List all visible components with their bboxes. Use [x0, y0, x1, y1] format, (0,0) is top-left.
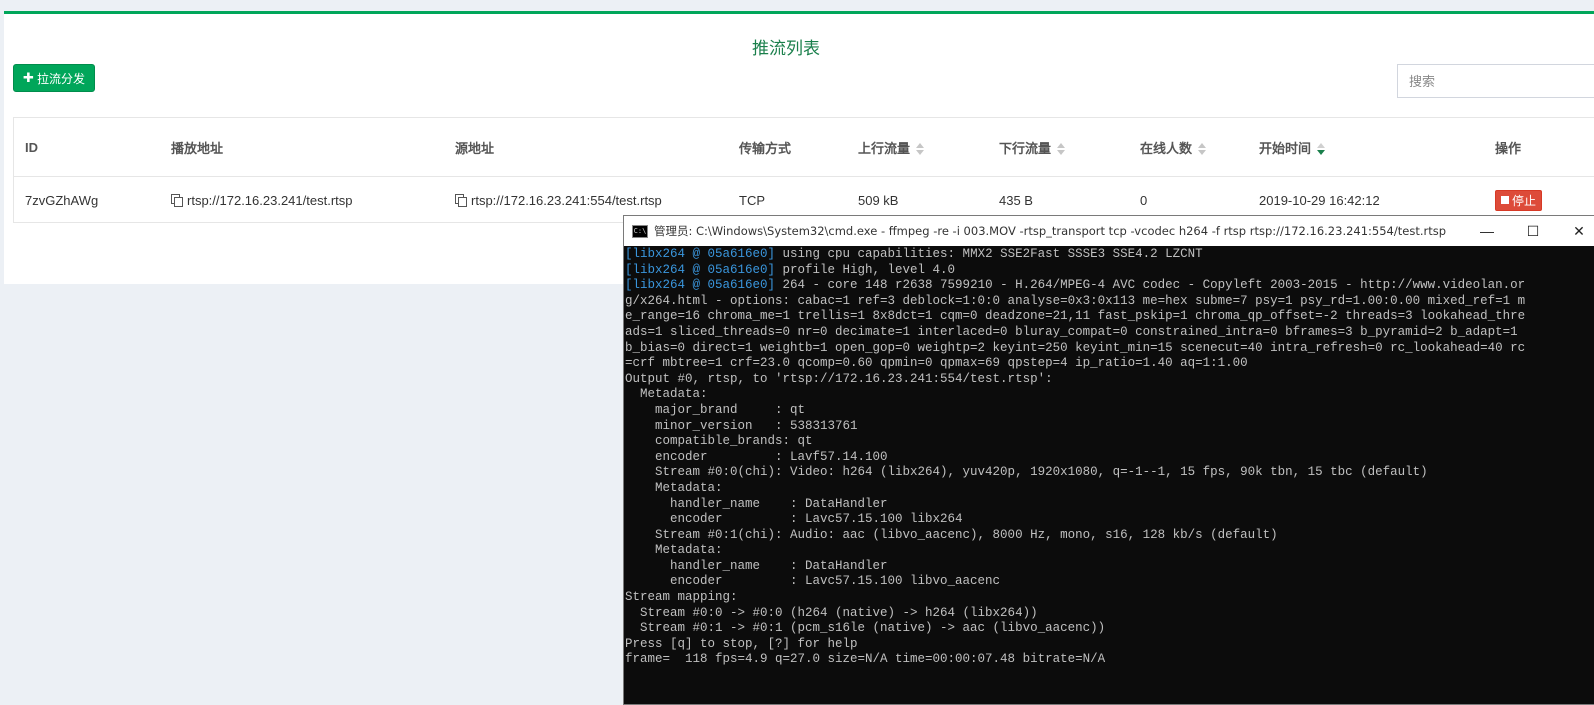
console-line-text: encoder : Lavc57.15.100 libvo_aacenc — [625, 574, 1001, 589]
play-url-text: rtsp://172.16.23.241/test.rtsp — [187, 192, 353, 208]
console-line-text: handler_name : DataHandler — [625, 558, 888, 573]
table-header-row: ID 播放地址 源地址 传输方式 上行流量 下行流量 在线人数 开始时间 操作 — [14, 118, 1594, 177]
console-line: b_bias=0 direct=1 weightb=1 open_gop=0 w… — [625, 341, 1594, 357]
cmd-titlebar[interactable]: C:\ 管理员: C:\Windows\System32\cmd.exe - f… — [624, 216, 1594, 246]
console-line-text: frame= 118 fps=4.9 q=27.0 size=N/A time=… — [625, 652, 1106, 667]
console-line: encoder : Lavc57.15.100 libvo_aacenc — [625, 574, 1594, 590]
console-line: Press [q] to stop, [?] for help — [625, 637, 1594, 653]
console-line: e_range=16 chroma_me=1 trellis=1 8x8dct=… — [625, 309, 1594, 325]
cell-play-url: rtsp://172.16.23.241/test.rtsp — [160, 177, 444, 223]
console-line-text: Output #0, rtsp, to 'rtsp://172.16.23.24… — [625, 371, 1053, 386]
col-header-start-time[interactable]: 开始时间 — [1248, 118, 1484, 177]
console-line-text: profile High, level 4.0 — [775, 262, 956, 277]
console-line-text: b_bias=0 direct=1 weightb=1 open_gop=0 w… — [625, 340, 1526, 355]
console-line: compatible_brands: qt — [625, 434, 1594, 450]
page-title: 推流列表 — [752, 39, 820, 58]
console-line-text: =crf mbtree=1 crf=23.0 qcomp=0.60 qpmin=… — [625, 356, 1248, 371]
console-line-text: major_brand : qt — [625, 402, 806, 417]
pull-distribute-button[interactable]: ✚ 拉流分发 — [13, 64, 95, 92]
plus-icon: ✚ — [23, 70, 34, 85]
window-controls: — ☐ ✕ — [1464, 216, 1594, 246]
console-line-text: minor_version : 538313761 — [625, 418, 858, 433]
sort-desc-icon[interactable] — [1317, 143, 1326, 156]
console-line: minor_version : 538313761 — [625, 419, 1594, 435]
col-header-play-url: 播放地址 — [160, 118, 444, 177]
stop-icon — [1501, 196, 1509, 204]
stop-button[interactable]: 停止 — [1495, 189, 1543, 211]
console-line-text: Stream #0:1 -> #0:1 (pcm_s16le (native) … — [625, 621, 1106, 636]
console-line-text: using cpu capabilities: MMX2 SSE2Fast SS… — [775, 247, 1203, 261]
console-line: major_brand : qt — [625, 403, 1594, 419]
console-line-prefix: [libx264 @ 05a616e0] — [625, 278, 776, 293]
col-header-action: 操作 — [1484, 118, 1594, 177]
console-line-text: encoder : Lavf57.14.100 — [625, 449, 888, 464]
col-header-id: ID — [14, 118, 160, 177]
col-header-online[interactable]: 在线人数 — [1129, 118, 1248, 177]
stop-label: 停止 — [1512, 193, 1537, 208]
console-line: frame= 118 fps=4.9 q=27.0 size=N/A time=… — [625, 652, 1594, 668]
stream-table: ID 播放地址 源地址 传输方式 上行流量 下行流量 在线人数 开始时间 操作 … — [13, 117, 1594, 223]
console-line-text: Press [q] to stop, [?] for help — [625, 636, 858, 651]
col-header-upstream[interactable]: 上行流量 — [847, 118, 988, 177]
cmd-window[interactable]: C:\ 管理员: C:\Windows\System32\cmd.exe - f… — [623, 215, 1594, 705]
console-line-text: ads=1 sliced_threads=0 nr=0 decimate=1 i… — [625, 324, 1518, 339]
console-line-text: Stream #0:0 -> #0:0 (h264 (native) -> h2… — [625, 605, 1038, 620]
copy-icon[interactable] — [455, 193, 467, 207]
console-line: Metadata: — [625, 481, 1594, 497]
console-line: [libx264 @ 05a616e0] 264 - core 148 r263… — [625, 278, 1594, 294]
console-line: Stream #0:1(chi): Audio: aac (libvo_aace… — [625, 528, 1594, 544]
console-line: encoder : Lavc57.15.100 libx264 — [625, 512, 1594, 528]
close-icon[interactable]: ✕ — [1556, 216, 1594, 246]
console-line: =crf mbtree=1 crf=23.0 qcomp=0.60 qpmin=… — [625, 356, 1594, 372]
copy-icon[interactable] — [171, 193, 183, 207]
console-line-prefix: [libx264 @ 05a616e0] — [625, 262, 776, 277]
sort-icon[interactable] — [1057, 143, 1066, 156]
minimize-icon[interactable]: — — [1464, 216, 1510, 246]
console-line-text: Stream #0:0(chi): Video: h264 (libx264),… — [625, 465, 1428, 480]
console-line: Stream #0:1 -> #0:1 (pcm_s16le (native) … — [625, 621, 1594, 637]
console-line: Metadata: — [625, 387, 1594, 403]
console-line-text: encoder : Lavc57.15.100 libx264 — [625, 512, 963, 527]
col-header-source-url: 源地址 — [444, 118, 728, 177]
console-line-text: 264 - core 148 r2638 7599210 - H.264/MPE… — [775, 278, 1526, 293]
console-line: Stream #0:0(chi): Video: h264 (libx264),… — [625, 465, 1594, 481]
console-line: handler_name : DataHandler — [625, 559, 1594, 575]
console-line: Stream mapping: — [625, 590, 1594, 606]
console-line-text: handler_name : DataHandler — [625, 496, 888, 511]
console-line: Output #0, rtsp, to 'rtsp://172.16.23.24… — [625, 372, 1594, 388]
console-line-text: Stream mapping: — [625, 590, 738, 605]
console-line-text: Metadata: — [625, 543, 723, 558]
console-output[interactable]: [libx264 @ 05a616e0] using cpu capabilit… — [624, 246, 1594, 703]
console-line-prefix: [libx264 @ 05a616e0] — [625, 247, 776, 261]
sort-icon[interactable] — [916, 143, 925, 156]
console-line-text: Stream #0:1(chi): Audio: aac (libvo_aace… — [625, 527, 1278, 542]
console-line: handler_name : DataHandler — [625, 497, 1594, 513]
sort-icon[interactable] — [1198, 143, 1207, 156]
maximize-icon[interactable]: ☐ — [1510, 216, 1556, 246]
pull-distribute-label: 拉流分发 — [36, 71, 85, 86]
console-line-text: compatible_brands: qt — [625, 434, 813, 449]
col-header-transport: 传输方式 — [728, 118, 847, 177]
cmd-app-icon: C:\ — [632, 224, 648, 238]
console-line: Stream #0:0 -> #0:0 (h264 (native) -> h2… — [625, 606, 1594, 622]
console-line: ads=1 sliced_threads=0 nr=0 decimate=1 i… — [625, 325, 1594, 341]
source-url-text: rtsp://172.16.23.241:554/test.rtsp — [471, 192, 662, 208]
console-line: [libx264 @ 05a616e0] profile High, level… — [625, 263, 1594, 279]
console-line: encoder : Lavf57.14.100 — [625, 450, 1594, 466]
console-line-text: Metadata: — [625, 480, 723, 495]
console-line: Metadata: — [625, 543, 1594, 559]
console-line: g/x264.html - options: cabac=1 ref=3 deb… — [625, 294, 1594, 310]
console-line: [libx264 @ 05a616e0] using cpu capabilit… — [625, 247, 1594, 263]
console-line-text: g/x264.html - options: cabac=1 ref=3 deb… — [625, 293, 1526, 308]
console-line-text: e_range=16 chroma_me=1 trellis=1 8x8dct=… — [625, 309, 1526, 324]
search-input[interactable] — [1397, 64, 1594, 98]
cmd-window-title: 管理员: C:\Windows\System32\cmd.exe - ffmpe… — [654, 224, 1447, 238]
cell-id: 7zvGZhAWg — [25, 192, 99, 208]
console-line-text: Metadata: — [625, 387, 708, 402]
col-header-downstream[interactable]: 下行流量 — [988, 118, 1129, 177]
